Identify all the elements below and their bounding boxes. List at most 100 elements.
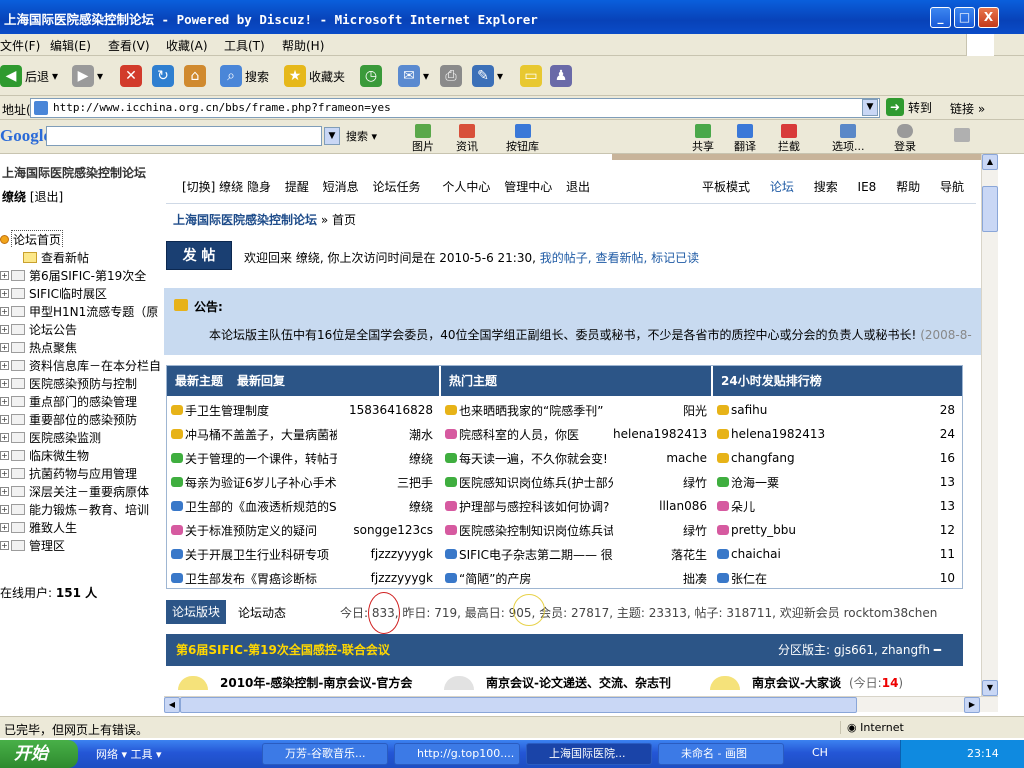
topic-title[interactable]: 手卫生管理制度 [185,402,337,419]
expand-icon[interactable]: + [0,396,9,406]
task-forum-window[interactable]: 上海国际医院... [526,743,652,765]
topic-author[interactable]: 缭绕 [337,450,433,467]
topic-title[interactable]: 医院感知识岗位练兵(护士部分) [459,474,613,491]
tab-forum-blocks[interactable]: 论坛版块 [166,600,226,624]
google-search-button[interactable]: 搜索 ▾ [346,128,377,144]
expand-icon[interactable]: + [0,270,9,280]
topic-author[interactable]: songge123cs [337,523,433,537]
rank-user[interactable]: 朵儿 [731,498,915,515]
topic-author[interactable]: helena1982413 [613,427,707,441]
google-news-button[interactable]: 资讯 [456,124,478,154]
expand-icon[interactable]: + [0,504,9,514]
rank-user[interactable]: chaichai [731,547,915,561]
nav-navigation[interactable]: 导航 [940,180,964,194]
tab-forum-activity[interactable]: 论坛动态 [238,604,286,621]
topic-author[interactable]: mache [613,451,707,465]
rank-user[interactable]: helena1982413 [731,427,915,441]
topic-author[interactable]: fjzzzyyygk [337,571,433,585]
rank-user[interactable]: 张仁在 [731,570,915,587]
start-button[interactable]: 开始 [0,740,78,768]
topic-title[interactable]: 医院感染控制知识岗位练兵试题（临 [459,522,613,539]
home-button[interactable]: ⌂ [184,62,206,90]
topic-title[interactable]: 卫生部发布《胃癌诊断标 [185,570,337,587]
sidebar-item[interactable]: + SIFIC临时展区 [0,284,164,302]
nav-tasks[interactable]: 论坛任务 [373,180,421,194]
nav-search[interactable]: 搜索 [814,180,838,194]
expand-icon[interactable]: + [0,288,9,298]
nav-help[interactable]: 帮助 [896,180,920,194]
rank-user[interactable]: changfang [731,451,915,465]
subforum-discussion[interactable]: 南京会议-大家谈 (今日: 14) [710,674,903,691]
sidebar-item[interactable]: + 热点聚焦 [0,338,164,356]
menu-tools[interactable]: 工具(T) [224,37,265,54]
menu-edit[interactable]: 编辑(E) [50,37,91,54]
task-paint[interactable]: 未命名 - 画图 [658,743,784,765]
forward-button[interactable]: ▶ ▾ [72,62,103,90]
google-translate-button[interactable]: 翻译 [734,124,756,154]
rank-user[interactable]: safihu [731,403,915,417]
expand-icon[interactable]: + [0,342,9,352]
quick-launch[interactable]: 网络 ▾ 工具 ▾ [96,746,162,762]
mail-button[interactable]: ✉ ▾ [398,62,429,90]
expand-icon[interactable]: + [0,378,9,388]
task-browser-top100[interactable]: http://g.top100.... [394,743,520,765]
favorites-button[interactable]: ★ 收藏夹 [284,62,345,90]
address-input[interactable]: http://www.icchina.org.cn/bbs/frame.php?… [30,98,880,118]
topic-author[interactable]: 15836416828 [337,403,433,417]
topic-author[interactable]: 三把手 [337,474,433,491]
mark-read-link[interactable]: 标记已读 [651,251,699,265]
topic-title[interactable]: “简陋”的产房 [459,570,613,587]
rank-row[interactable]: 朵儿 13 [717,494,955,518]
vertical-scrollbar[interactable]: ▲ ▼ [981,154,998,696]
topic-row[interactable]: 也来晒晒我家的“院感季刊” 阳光 [445,398,707,422]
sidebar-item[interactable]: + 临床微生物 [0,446,164,464]
go-button[interactable]: ➜ 转到 [886,98,932,116]
expand-icon[interactable]: + [0,450,9,460]
nav-messages[interactable]: 短消息 [323,180,359,194]
sidebar-item[interactable]: + 雅致人生 [0,518,164,536]
expand-icon[interactable] [0,234,9,244]
my-posts-link[interactable]: 我的帖子, [540,251,592,265]
search-button[interactable]: ⌕ 搜索 [220,62,269,90]
sidebar-item[interactable]: 论坛首页 [0,230,164,248]
nav-logout[interactable]: 退出 [566,180,590,194]
post-button[interactable]: 发 帖 [166,241,232,270]
language-indicator[interactable]: CH [812,746,828,759]
topic-title[interactable]: 护理部与感控科该如何协调? [459,498,613,515]
expand-icon[interactable]: + [0,540,9,550]
sidebar-item[interactable]: + 第6届SIFIC-第19次全 [0,266,164,284]
logout-link[interactable]: [退出] [30,190,63,204]
sidebar-item[interactable]: + 医院感染监测 [0,428,164,446]
nav-ie8[interactable]: IE8 [858,180,877,194]
topic-author[interactable]: 拙凑 [613,570,707,587]
topic-row[interactable]: 医院感知识岗位练兵(护士部分) 绿竹 [445,470,707,494]
sidebar-item[interactable]: + 资料信息库－在本分栏自 [0,356,164,374]
topic-row[interactable]: 卫生部发布《胃癌诊断标 fjzzzyyygk [171,566,433,590]
topic-author[interactable]: 绿竹 [613,522,707,539]
topic-row[interactable]: 关于开展卫生行业科研专项 fjzzzyyygk [171,542,433,566]
task-music[interactable]: 万芳-谷歌音乐... [262,743,388,765]
sidebar-item[interactable]: + 深层关注－重要病原体 [0,482,164,500]
menu-view[interactable]: 查看(V) [108,37,150,54]
expand-icon[interactable]: + [0,306,9,316]
topic-title[interactable]: 院感科室的人员，你医 [459,426,613,443]
edit-button[interactable]: ✎ ▾ [472,62,503,90]
topic-row[interactable]: 护理部与感控科该如何协调? lllan086 [445,494,707,518]
subforum-official[interactable]: 2010年-感染控制-南京会议-官方会 [178,674,412,691]
google-options-button[interactable]: 选项... [832,124,865,154]
topic-title[interactable]: 也来晒晒我家的“院感季刊” [459,402,613,419]
google-button-gallery[interactable]: 按钮库 [506,124,539,154]
announcement-text[interactable]: 本论坛版主队伍中有16位是全国学会委员，40位全国学组正副组长、委员或秘书，不少… [209,326,972,343]
print-button[interactable]: ⎙ [440,62,462,90]
scroll-left-icon[interactable]: ◀ [164,697,180,713]
address-dropdown-icon[interactable]: ▼ [862,99,878,116]
expand-icon[interactable] [12,253,21,262]
topic-title[interactable]: 卫生部的《血液透析规范的SOP》， [185,498,337,515]
history-button[interactable]: ◷ [360,62,382,90]
expand-icon[interactable]: + [0,432,9,442]
new-posts-link[interactable]: 查看新帖, [595,251,647,265]
menu-favorites[interactable]: 收藏(A) [166,37,208,54]
tab-latest-topics[interactable]: 最新主题 [175,374,223,388]
google-share-button[interactable]: 共享 [692,124,714,154]
menu-help[interactable]: 帮助(H) [282,37,324,54]
